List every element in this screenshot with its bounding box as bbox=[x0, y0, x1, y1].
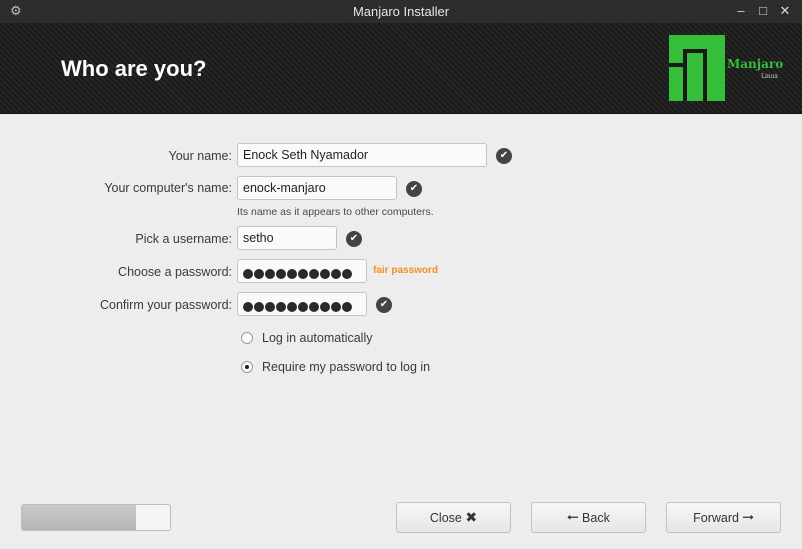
computer-name-field[interactable]: enock-manjaro bbox=[237, 176, 397, 200]
password-dot bbox=[342, 268, 352, 279]
password-label: Choose a password: bbox=[118, 265, 232, 279]
close-window-icon[interactable]: ✕ bbox=[776, 2, 794, 20]
name-label: Your name: bbox=[168, 149, 232, 163]
password-dot bbox=[320, 301, 330, 312]
password-dot bbox=[331, 301, 341, 312]
password-dot bbox=[309, 301, 319, 312]
window-titlebar: ⚙ Manjaro Installer – □ ✕ bbox=[0, 0, 802, 23]
login-automatically-label[interactable]: Log in automatically bbox=[262, 331, 372, 345]
password-dot bbox=[243, 301, 253, 312]
username-valid-check-icon: ✔ bbox=[346, 231, 362, 247]
window-title: Manjaro Installer bbox=[352, 4, 450, 19]
password-dot bbox=[309, 268, 319, 279]
arrow-right-icon: 🠂 bbox=[742, 509, 754, 525]
logo-wordmark: Manjaro bbox=[727, 57, 784, 71]
page-header: Who are you? Manjaro Linux bbox=[0, 23, 802, 114]
password-dot bbox=[298, 301, 308, 312]
password-dot bbox=[287, 268, 297, 279]
arrow-left-icon: 🠀 bbox=[567, 509, 579, 525]
name-valid-check-icon: ✔ bbox=[496, 148, 512, 164]
computer-name-valid-check-icon: ✔ bbox=[406, 181, 422, 197]
password-dot bbox=[254, 268, 264, 279]
back-button[interactable]: 🠀 Back bbox=[531, 502, 646, 533]
username-label: Pick a username: bbox=[135, 232, 232, 246]
password-dot bbox=[254, 301, 264, 312]
page-title: Who are you? bbox=[61, 56, 207, 81]
password-dot bbox=[265, 301, 275, 312]
require-password-radio[interactable] bbox=[241, 361, 253, 373]
confirm-password-label: Confirm your password: bbox=[100, 298, 232, 312]
require-password-label[interactable]: Require my password to log in bbox=[262, 360, 430, 374]
password-dot bbox=[320, 268, 330, 279]
confirm-password-valid-check-icon: ✔ bbox=[376, 297, 392, 313]
password-dot bbox=[276, 268, 286, 279]
username-field[interactable]: setho bbox=[237, 226, 337, 250]
password-strength-label: fair password bbox=[373, 265, 439, 276]
password-dot bbox=[298, 268, 308, 279]
password-dot bbox=[243, 268, 253, 279]
login-automatically-radio[interactable] bbox=[241, 332, 253, 344]
forward-button-label: Forward bbox=[693, 511, 739, 525]
close-button[interactable]: Close ✖ bbox=[396, 502, 511, 533]
password-dots bbox=[243, 266, 353, 280]
password-dot bbox=[331, 268, 341, 279]
computer-name-label: Your computer's name: bbox=[104, 181, 232, 195]
close-button-label: Close bbox=[429, 511, 462, 525]
install-progress-fill bbox=[22, 505, 136, 530]
minimize-icon[interactable]: – bbox=[732, 2, 750, 20]
computer-name-hint: Its name as it appears to other computer… bbox=[237, 206, 434, 218]
password-dot bbox=[265, 268, 275, 279]
confirm-password-field[interactable] bbox=[237, 292, 367, 316]
close-x-icon: ✖ bbox=[465, 509, 478, 525]
password-field[interactable] bbox=[237, 259, 367, 283]
forward-button[interactable]: Forward 🠂 bbox=[666, 502, 781, 533]
maximize-icon[interactable]: □ bbox=[754, 2, 772, 20]
install-progress-bar bbox=[21, 504, 171, 531]
logo-subtitle: Linux bbox=[761, 73, 779, 80]
password-dot bbox=[287, 301, 297, 312]
password-dot bbox=[276, 301, 286, 312]
name-field[interactable]: Enock Seth Nyamador bbox=[237, 143, 487, 167]
confirm-password-dots bbox=[243, 299, 353, 313]
password-dot bbox=[342, 301, 352, 312]
back-button-label: Back bbox=[582, 511, 610, 525]
